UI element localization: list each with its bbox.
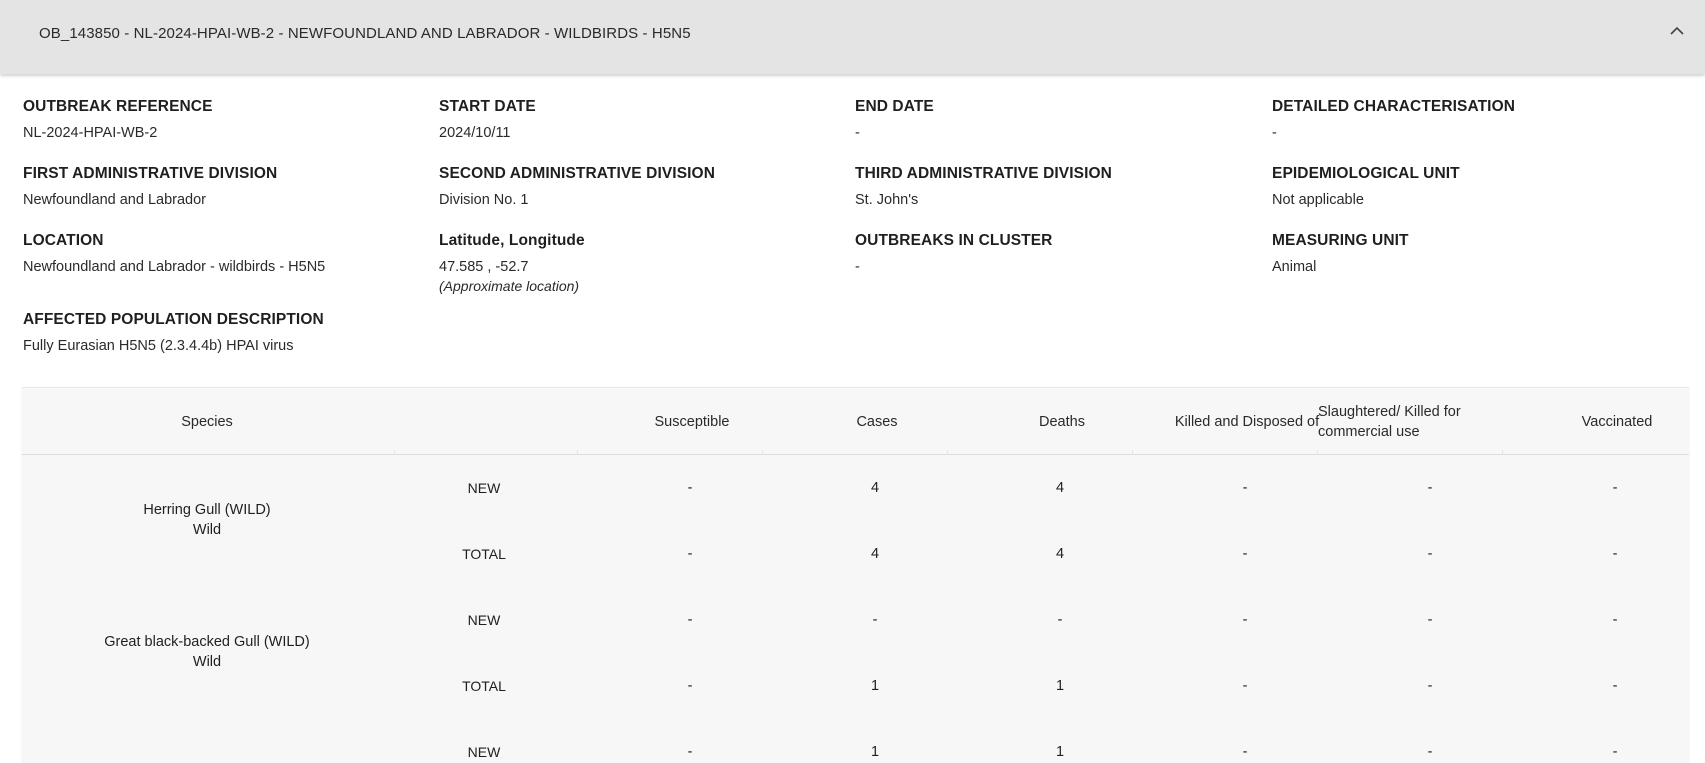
field-value: St. John's	[855, 192, 919, 208]
field-affected-population: AFFECTED POPULATION DESCRIPTION Fully Eu…	[23, 311, 623, 354]
row-type: NEW	[467, 612, 501, 628]
species-table: Species Susceptible Cases Deaths Killed …	[22, 387, 1689, 763]
cell-vaccinated: -	[1612, 480, 1618, 496]
field-value: 2024/10/11	[439, 125, 511, 141]
field-latitude-longitude: Latitude, Longitude 47.585 , -52.7 (Appr…	[439, 232, 849, 294]
field-first-admin-division: FIRST ADMINISTRATIVE DIVISION Newfoundla…	[23, 165, 433, 208]
cell-vaccinated: -	[1612, 612, 1618, 628]
table-header: Species Susceptible Cases Deaths Killed …	[22, 388, 1689, 455]
cell-susceptible: -	[687, 744, 693, 760]
cell-slaughtered: -	[1427, 546, 1433, 562]
cell-susceptible: -	[687, 480, 693, 496]
field-label: Latitude, Longitude	[439, 232, 585, 249]
cell-slaughtered: -	[1427, 744, 1433, 760]
field-value: -	[855, 259, 860, 275]
cell-deaths: 1	[1055, 678, 1065, 694]
field-label: OUTBREAK REFERENCE	[23, 98, 213, 115]
field-value: Animal	[1272, 259, 1317, 275]
cell-killed: -	[1242, 678, 1248, 694]
species-name: Herring Gull (WILD) Wild	[22, 500, 392, 540]
field-value: -	[1272, 125, 1277, 141]
species-label: Herring Gull (WILD)	[143, 502, 271, 518]
field-label: EPIDEMIOLOGICAL UNIT	[1272, 165, 1460, 182]
field-value: Newfoundland and Labrador - wildbirds - …	[23, 259, 326, 275]
field-end-date: END DATE -	[855, 98, 1265, 141]
field-value: Newfoundland and Labrador	[23, 192, 206, 208]
field-outbreak-reference: OUTBREAK REFERENCE NL-2024-HPAI-WB-2	[23, 98, 433, 141]
cell-cases: 1	[870, 744, 880, 760]
field-label: START DATE	[439, 98, 536, 115]
field-location: LOCATION Newfoundland and Labrador - wil…	[23, 232, 433, 275]
row-type: TOTAL	[462, 678, 506, 694]
field-epidemiological-unit: EPIDEMIOLOGICAL UNIT Not applicable	[1272, 165, 1682, 208]
cell-killed: -	[1242, 612, 1248, 628]
cell-cases: 4	[870, 480, 880, 496]
col-slaughtered: Slaughtered/ Killed for commercial use	[1318, 403, 1461, 440]
field-label: THIRD ADMINISTRATIVE DIVISION	[855, 165, 1112, 182]
cell-slaughtered: -	[1427, 678, 1433, 694]
cell-slaughtered: -	[1427, 480, 1433, 496]
cell-killed: -	[1242, 546, 1248, 562]
cell-deaths: 4	[1055, 546, 1065, 562]
field-third-admin-division: THIRD ADMINISTRATIVE DIVISION St. John's	[855, 165, 1265, 208]
approximate-location-note: (Approximate location)	[439, 278, 580, 294]
field-label: AFFECTED POPULATION DESCRIPTION	[23, 311, 324, 328]
cell-vaccinated: -	[1612, 546, 1618, 562]
cell-cases: 4	[870, 546, 880, 562]
field-label: DETAILED CHARACTERISATION	[1272, 98, 1516, 115]
field-value: Division No. 1	[439, 192, 529, 208]
field-value: Fully Eurasian H5N5 (2.3.4.4b) HPAI viru…	[23, 338, 294, 354]
cell-vaccinated: -	[1612, 678, 1618, 694]
chevron-up-icon[interactable]	[1667, 20, 1687, 40]
cell-killed: -	[1242, 480, 1248, 496]
cell-deaths: 1	[1055, 744, 1065, 760]
field-label: MEASURING UNIT	[1272, 232, 1409, 249]
species-category: Wild	[192, 654, 222, 670]
field-label: OUTBREAKS IN CLUSTER	[855, 232, 1053, 249]
field-measuring-unit: MEASURING UNIT Animal	[1272, 232, 1682, 275]
cell-cases: 1	[870, 678, 880, 694]
col-species: Species	[181, 413, 233, 430]
field-value: 47.585 , -52.7	[439, 259, 529, 275]
cell-susceptible: -	[687, 678, 693, 694]
row-type: NEW	[467, 744, 501, 760]
cell-cases: -	[872, 612, 878, 628]
field-value: Not applicable	[1272, 192, 1364, 208]
species-label: Great black-backed Gull (WILD)	[104, 634, 310, 650]
cell-deaths: 4	[1055, 480, 1065, 496]
row-type: TOTAL	[462, 546, 506, 562]
field-label: LOCATION	[23, 232, 104, 249]
field-label: FIRST ADMINISTRATIVE DIVISION	[23, 165, 278, 182]
cell-deaths: -	[1057, 612, 1063, 628]
cell-susceptible: -	[687, 546, 693, 562]
species-category: Wild	[192, 522, 222, 538]
field-value: NL-2024-HPAI-WB-2	[23, 125, 158, 141]
field-start-date: START DATE 2024/10/11	[439, 98, 849, 141]
col-vaccinated: Vaccinated	[1581, 413, 1653, 430]
outbreak-header[interactable]: OB_143850 - NL-2024-HPAI-WB-2 - NEWFOUND…	[0, 0, 1705, 74]
field-outbreaks-in-cluster: OUTBREAKS IN CLUSTER -	[855, 232, 1265, 275]
row-type: NEW	[467, 480, 501, 496]
cell-slaughtered: -	[1427, 612, 1433, 628]
field-second-admin-division: SECOND ADMINISTRATIVE DIVISION Division …	[439, 165, 849, 208]
field-value: -	[855, 125, 860, 141]
cell-vaccinated: -	[1612, 744, 1618, 760]
outbreak-title: OB_143850 - NL-2024-HPAI-WB-2 - NEWFOUND…	[39, 24, 691, 42]
cell-susceptible: -	[687, 612, 693, 628]
field-label: END DATE	[855, 98, 934, 115]
species-name: Great black-backed Gull (WILD) Wild	[22, 632, 392, 672]
cell-killed: -	[1242, 744, 1248, 760]
field-label: SECOND ADMINISTRATIVE DIVISION	[439, 165, 715, 182]
field-detailed-characterisation: DETAILED CHARACTERISATION -	[1272, 98, 1682, 141]
